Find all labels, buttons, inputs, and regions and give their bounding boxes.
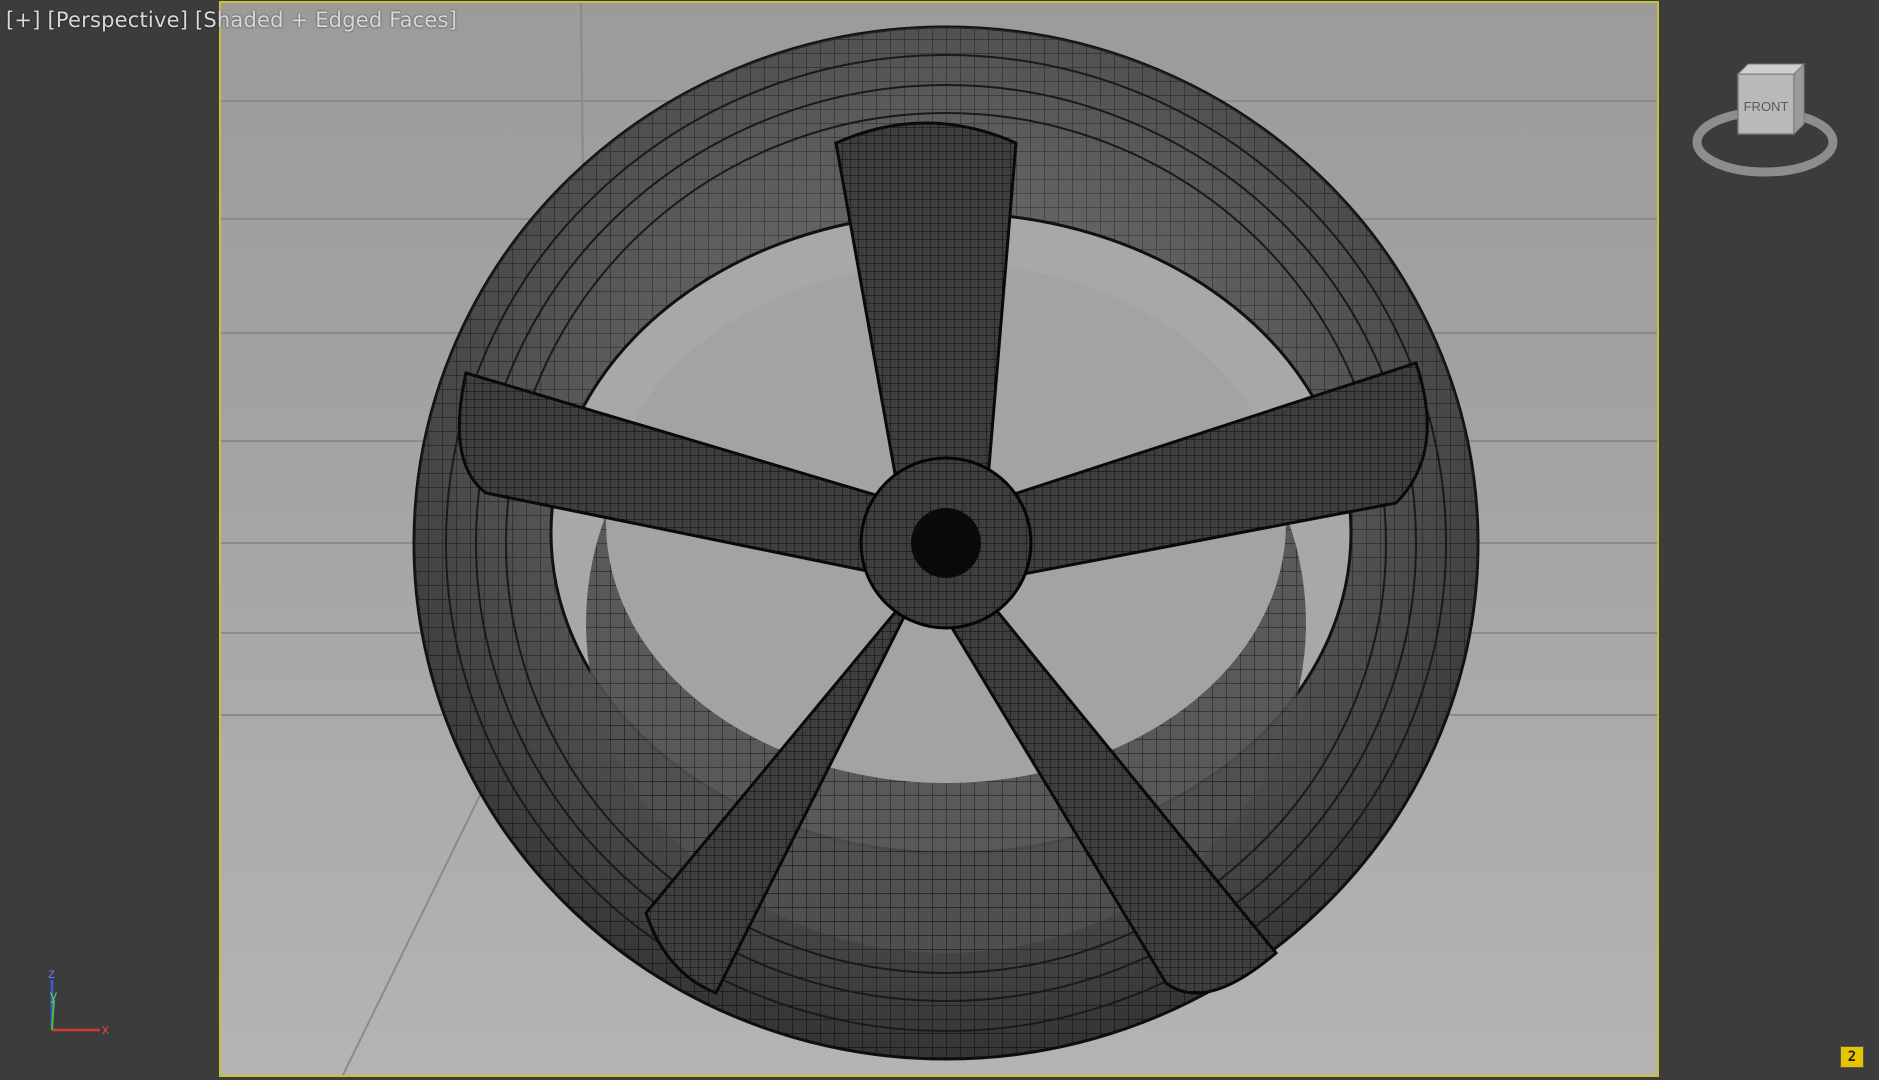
scene-render — [221, 3, 1657, 1075]
viewcube-front-label: FRONT — [1744, 99, 1789, 114]
perspective-viewport[interactable] — [219, 1, 1659, 1077]
axis-x-label: x — [102, 1021, 109, 1037]
viewport-status-badge[interactable]: 2 — [1840, 1046, 1864, 1068]
axis-y-label: y — [50, 987, 57, 1003]
viewport-label: [+] [Perspective] [Shaded + Edged Faces] — [6, 8, 457, 32]
axis-z-label: z — [48, 965, 55, 981]
axis-tripod: z y x — [48, 965, 109, 1037]
viewport-menu-perspective[interactable]: [Perspective] — [47, 8, 188, 32]
viewport-menu-shading[interactable]: [Shaded + Edged Faces] — [195, 8, 457, 32]
wheel-mesh — [412, 25, 1480, 1061]
viewport-menu-plus[interactable]: [+] — [6, 8, 41, 32]
viewcube-gizmo[interactable]: FRONT — [1690, 62, 1840, 192]
